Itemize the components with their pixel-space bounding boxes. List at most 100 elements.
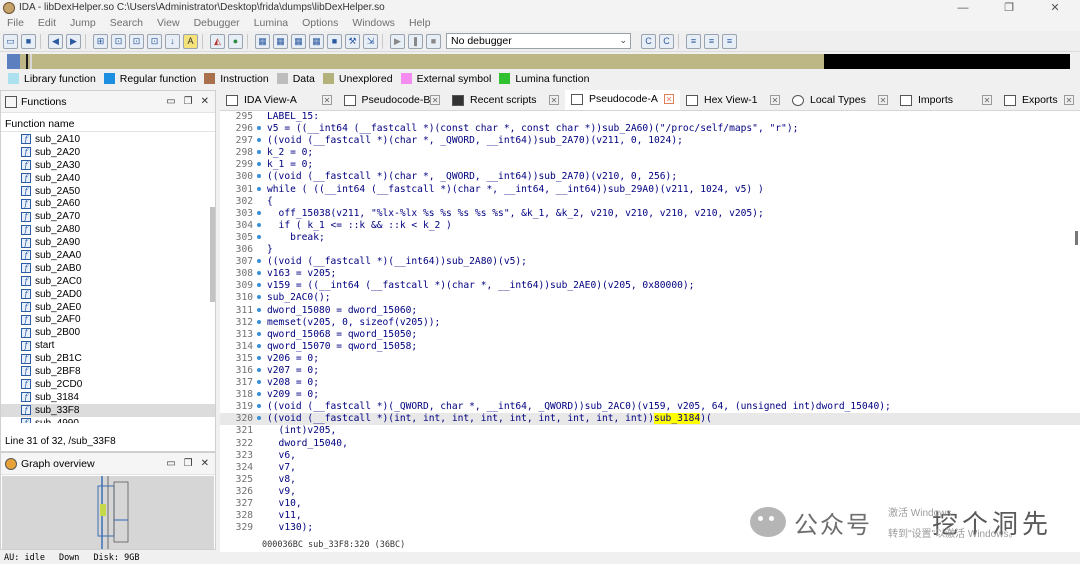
code-line[interactable]: 316 v207 = 0; <box>220 365 1080 377</box>
breakpoint-dot-icon[interactable] <box>257 222 261 227</box>
code-line[interactable]: 305 break; <box>220 232 1080 244</box>
minimize-button[interactable]: — <box>940 0 986 15</box>
pane-restore-icon[interactable]: ❐ <box>184 458 193 469</box>
breakpoint-dot-icon[interactable] <box>257 150 261 155</box>
code-line[interactable]: 314 qword_15070 = qword_15058; <box>220 341 1080 353</box>
code-line[interactable]: 326 v9, <box>220 486 1080 498</box>
tab-exports[interactable]: Exports ✕ <box>998 90 1080 110</box>
text-color-icon[interactable]: A <box>183 33 198 49</box>
breakpoint-dot-icon[interactable] <box>257 186 261 191</box>
code-line[interactable]: 298 k_2 = 0; <box>220 147 1080 159</box>
close-icon[interactable]: ✕ <box>770 95 780 105</box>
tab-pseudocode-a[interactable]: Pseudocode-A ✕ <box>565 90 680 110</box>
function-list-item[interactable]: f sub_2AB0 <box>1 262 215 275</box>
pane-float-icon[interactable]: ▭ <box>166 458 175 469</box>
menu-help[interactable]: Help <box>402 17 438 29</box>
forward-arrow-icon[interactable]: ▶ <box>66 33 81 49</box>
code-line[interactable]: 304 if ( k_1 <= ::k && ::k < k_2 ) <box>220 220 1080 232</box>
save-icon[interactable]: ■ <box>21 33 36 49</box>
pause-icon[interactable]: ❚ <box>408 33 423 49</box>
close-icon[interactable]: ✕ <box>1064 95 1074 105</box>
functions-list[interactable]: f sub_2A10 f sub_2A20 f sub_2A30 f sub_2A40 f sub… <box>1 133 215 423</box>
navigation-band[interactable] <box>0 52 1080 70</box>
code-line[interactable]: 307 ((void (__fastcall *)(__int64))sub_2A… <box>220 256 1080 268</box>
breakpoint-dot-icon[interactable] <box>257 380 261 385</box>
function-list-item[interactable]: f sub_2AE0 <box>1 301 215 314</box>
code-line[interactable]: 320 ((void (__fastcall *)(int, int, int, … <box>220 413 1080 426</box>
code-line[interactable]: 309 v159 = ((__int64 (__fastcall *)(char … <box>220 280 1080 292</box>
function-list-item[interactable]: f sub_2AD0 <box>1 288 215 301</box>
tab-hex-view-1[interactable]: Hex View-1 ✕ <box>680 90 786 110</box>
graph-icon[interactable]: ◭ <box>210 33 225 49</box>
function-list-item[interactable]: f sub_2BF8 <box>1 365 215 378</box>
breakpoint-dot-icon[interactable] <box>257 404 261 409</box>
breakpoint-dot-icon[interactable] <box>257 174 261 179</box>
menu-file[interactable]: File <box>0 17 31 29</box>
function-list-item[interactable]: f sub_2A30 <box>1 159 215 172</box>
function-name-column-header[interactable]: Function name <box>1 116 215 132</box>
tab-ida-view-a[interactable]: IDA View-A ✕ <box>220 90 338 110</box>
menu-jump[interactable]: Jump <box>63 17 103 29</box>
binary-icon[interactable]: ⊞ <box>93 33 108 49</box>
graph-overview-canvas[interactable] <box>2 476 214 549</box>
breakpoint-dot-icon[interactable] <box>257 355 261 360</box>
enum-icon[interactable]: ▦ <box>273 33 288 49</box>
function-list-item[interactable]: f sub_2B00 <box>1 326 215 339</box>
menu-windows[interactable]: Windows <box>345 17 402 29</box>
close-icon[interactable]: ✕ <box>430 95 440 105</box>
code-line[interactable]: 303 off_15038(v211, "%lx-%lx %s %s %s %s… <box>220 208 1080 220</box>
code-line[interactable]: 296 v5 = ((__int64 (__fastcall *)(const c… <box>220 123 1080 135</box>
menu-debugger[interactable]: Debugger <box>187 17 247 29</box>
function-list-item[interactable]: f start <box>1 339 215 352</box>
code-line[interactable]: 306} <box>220 244 1080 256</box>
pane-float-icon[interactable]: ▭ <box>166 96 175 107</box>
menu-view[interactable]: View <box>150 17 187 29</box>
function-list-item[interactable]: f sub_2A80 <box>1 223 215 236</box>
breakpoint-dot-icon[interactable] <box>257 331 261 336</box>
search-immediate-icon[interactable]: ⊡ <box>147 33 162 49</box>
breakpoint-dot-icon[interactable] <box>257 138 261 143</box>
names-icon[interactable]: ▦ <box>309 33 324 49</box>
debugger-select[interactable]: No debugger ⌄ <box>446 33 631 49</box>
menu-lumina[interactable]: Lumina <box>247 17 295 29</box>
function-list-item[interactable]: f sub_2B1C <box>1 352 215 365</box>
close-window-button[interactable]: ✕ <box>1032 0 1078 15</box>
close-icon[interactable]: ✕ <box>878 95 888 105</box>
code-line[interactable]: 323 v6, <box>220 450 1080 462</box>
code-line[interactable]: 302 { <box>220 196 1080 208</box>
structure-icon[interactable]: ▦ <box>255 33 270 49</box>
pseudocode-view[interactable]: 295 LABEL_15: 296 v5 = ((__int64 (__fastcal… <box>220 110 1080 552</box>
open-file-icon[interactable]: ▭ <box>3 33 18 49</box>
breakpoint-dot-icon[interactable] <box>257 271 261 276</box>
code-line[interactable]: 299 k_1 = 0; <box>220 159 1080 171</box>
list-icon[interactable]: ≡ <box>686 33 701 49</box>
code-line[interactable]: 319 ((void (__fastcall *)(_QWORD, char *,… <box>220 401 1080 413</box>
close-icon[interactable]: ✕ <box>549 95 559 105</box>
close-icon[interactable]: ✕ <box>322 95 332 105</box>
back-arrow-icon[interactable]: ◀ <box>48 33 63 49</box>
code-line[interactable]: 311 dword_15080 = dword_15060; <box>220 305 1080 317</box>
tab-pseudocode-b[interactable]: Pseudocode-B ✕ <box>338 90 446 110</box>
list-more-icon[interactable]: ≡ <box>722 33 737 49</box>
run-icon[interactable]: ▶ <box>390 33 405 49</box>
code-line[interactable]: 325 v8, <box>220 474 1080 486</box>
breakpoint-dot-icon[interactable] <box>257 367 261 372</box>
close-icon[interactable]: ✕ <box>982 95 992 105</box>
breakpoint-dot-icon[interactable] <box>257 392 261 397</box>
code-line[interactable]: 317 v208 = 0; <box>220 377 1080 389</box>
code-line[interactable]: 308 v163 = v205; <box>220 268 1080 280</box>
functions-scrollbar[interactable] <box>210 207 215 302</box>
breakpoint-dot-icon[interactable] <box>257 416 261 421</box>
breakpoint-dot-icon[interactable] <box>257 283 261 288</box>
pane-restore-icon[interactable]: ❐ <box>184 96 193 107</box>
list-alt-icon[interactable]: ≡ <box>704 33 719 49</box>
breakpoint-dot-icon[interactable] <box>257 319 261 324</box>
breakpoint-dot-icon[interactable] <box>257 126 261 131</box>
function-list-item[interactable]: f sub_2A90 <box>1 236 215 249</box>
stop-icon[interactable]: ■ <box>327 33 342 49</box>
breakpoint-dot-icon[interactable] <box>257 210 261 215</box>
code-line[interactable]: 324 v7, <box>220 462 1080 474</box>
function-list-item[interactable]: f sub_2AC0 <box>1 275 215 288</box>
jump-icon[interactable]: ↓ <box>165 33 180 49</box>
code-line[interactable]: 301 while ( ((__int64 (__fastcall *)(char… <box>220 184 1080 196</box>
